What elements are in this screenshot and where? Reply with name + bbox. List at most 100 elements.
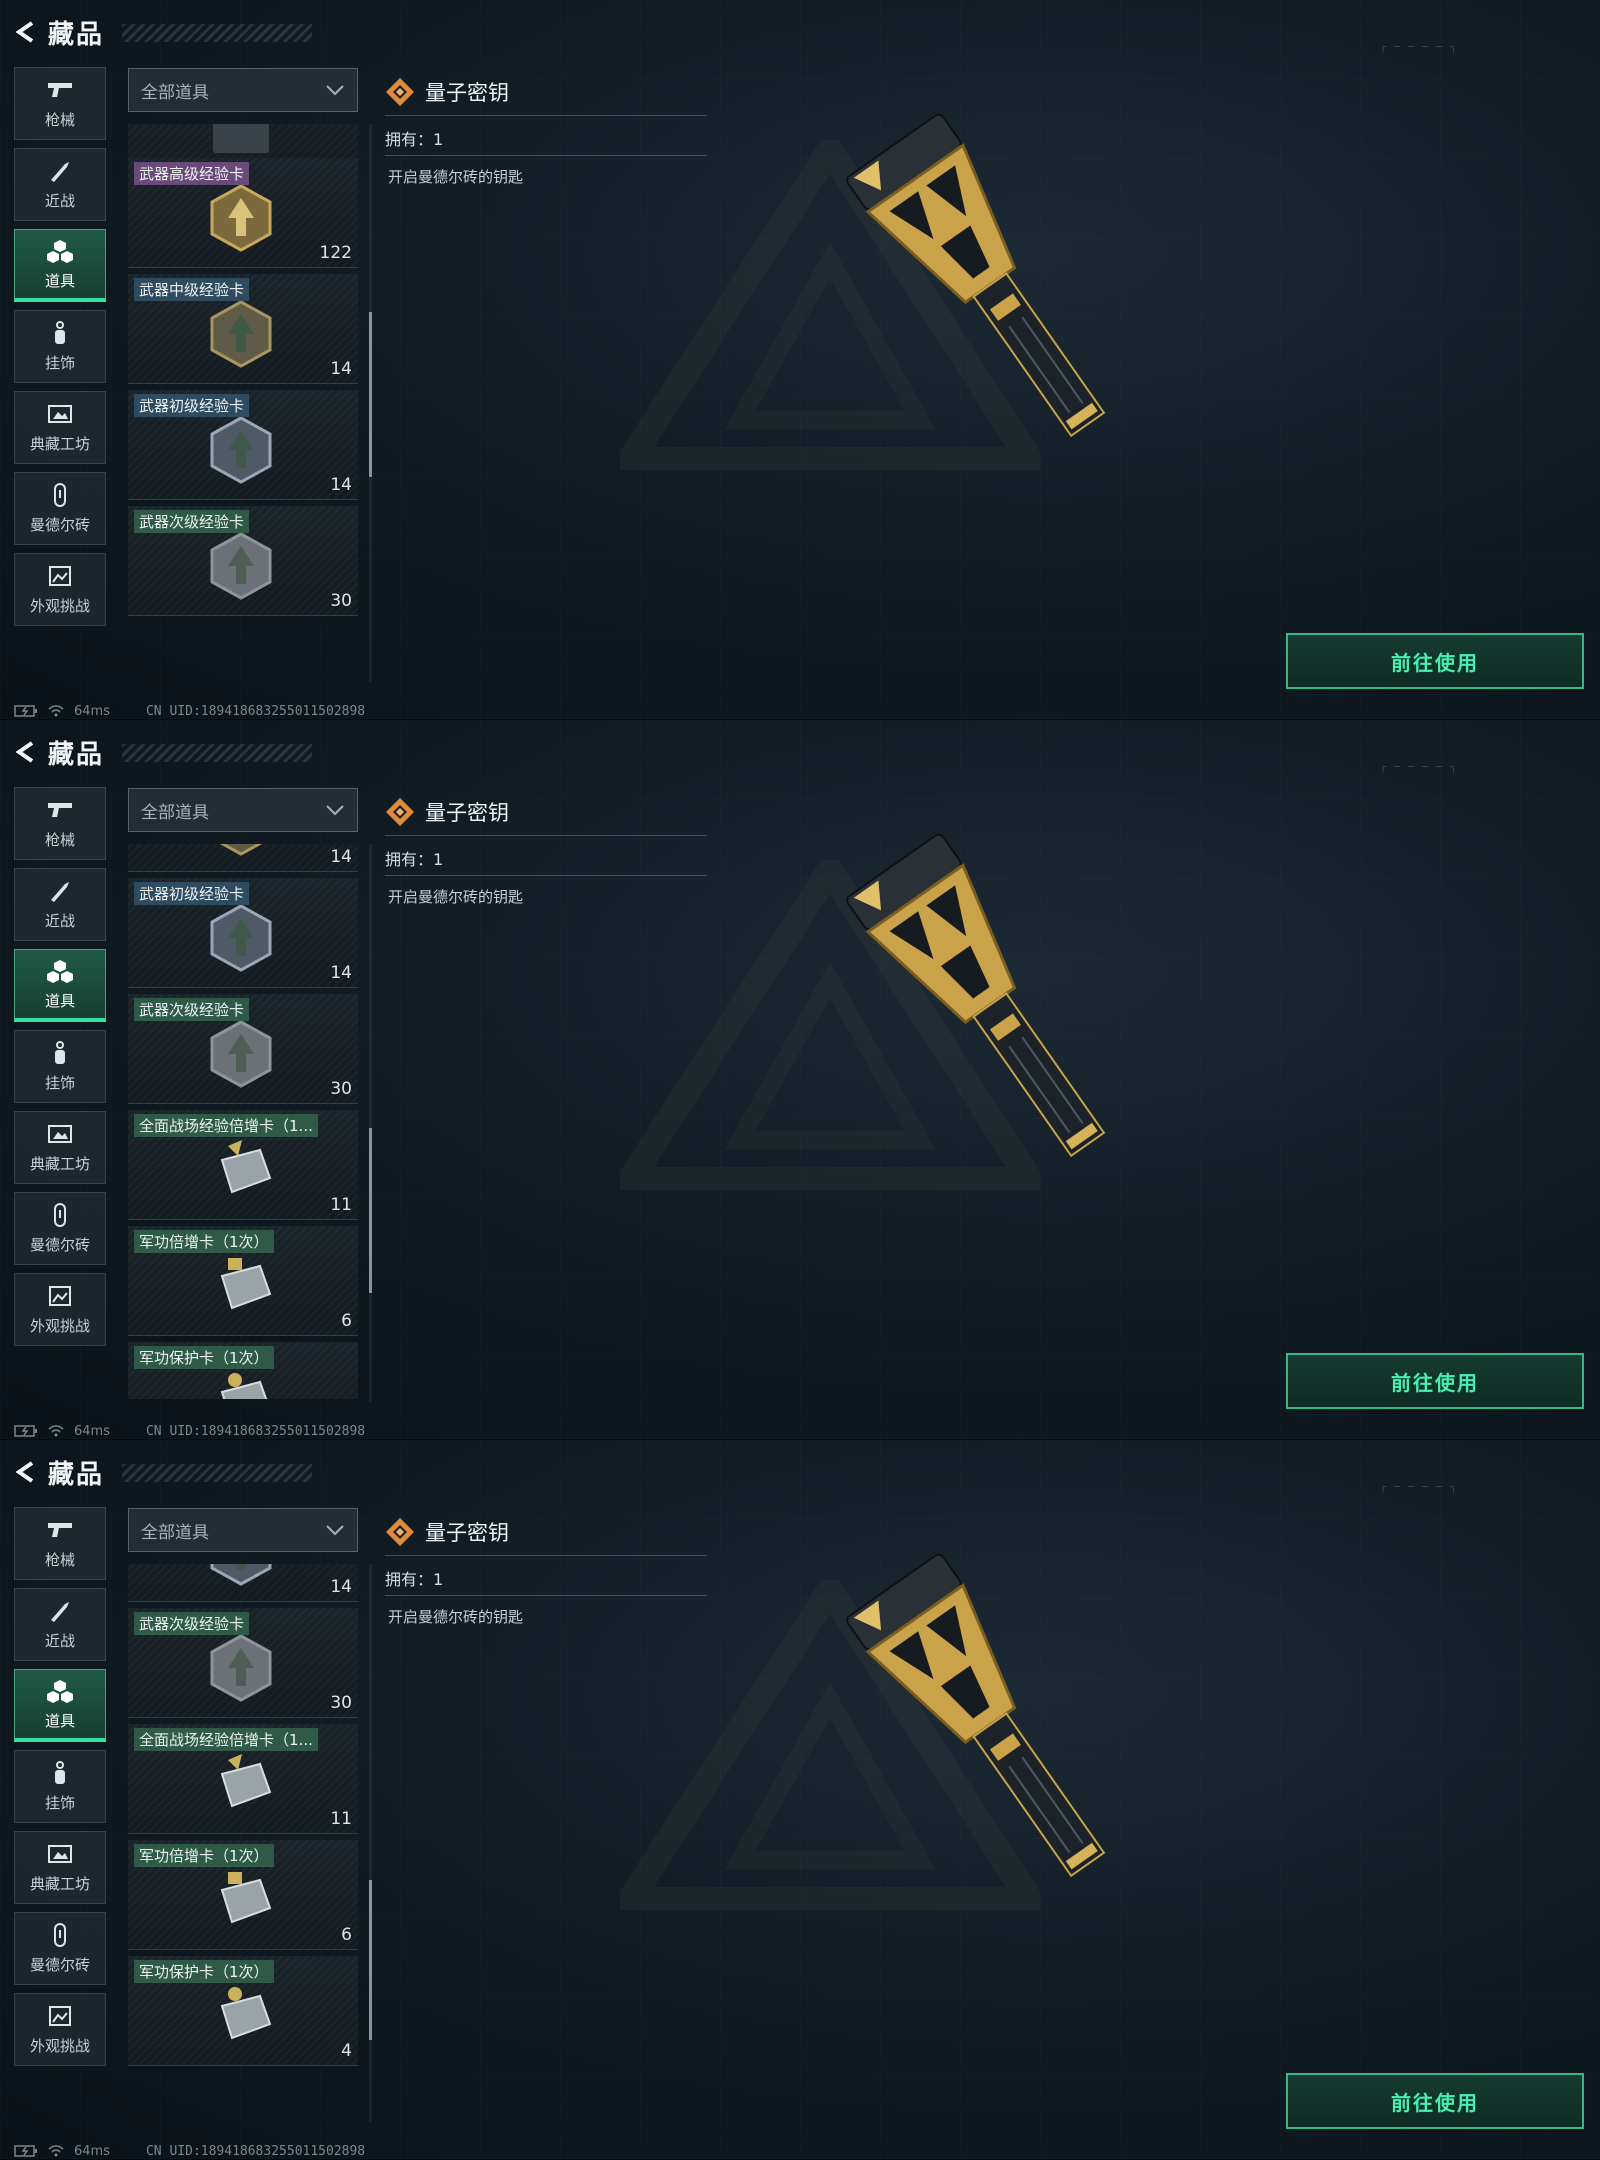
nav-item-pistol[interactable]: 枪械 [14, 67, 106, 140]
hud-readout: ┌ ─ ─ ─ ─ ┐ [1380, 42, 1458, 53]
nav-item-appearance[interactable]: 外观挑战 [14, 1993, 106, 2066]
list-item[interactable]: 全面战场经验倍增卡（1... 11 [128, 1724, 358, 1834]
nav-item-knife[interactable]: 近战 [14, 1588, 106, 1661]
chevron-down-icon [326, 805, 344, 816]
list-item[interactable]: 军功倍增卡（1次） 6 [128, 1226, 358, 1336]
nav-label: 外观挑战 [29, 1317, 90, 1335]
list-item[interactable]: 14 [128, 1564, 358, 1602]
item-filter-dropdown[interactable]: 全部道具 [128, 1508, 358, 1552]
nav-item-workshop[interactable]: 典藏工坊 [14, 391, 106, 464]
scrollbar-thumb[interactable] [369, 312, 372, 477]
owned-count: 拥有：1 [385, 846, 707, 876]
item-list[interactable]: 14 武器次级经验卡 30 全面战场经验倍增卡（1... 11 军功倍增卡（1次） 6 军功保… [128, 1564, 360, 2119]
item-title: 量子密钥 [425, 800, 509, 825]
nav-item-knife[interactable]: 近战 [14, 868, 106, 941]
owned-count: 拥有：1 [385, 1566, 707, 1596]
cubes-icon [45, 238, 75, 264]
ping-value: 64ms [74, 1423, 110, 1439]
battery-charging-icon [14, 705, 37, 717]
item-name: 武器初级经验卡 [134, 394, 250, 417]
workshop-icon [45, 401, 75, 427]
nav-item-charm[interactable]: 挂饰 [14, 310, 106, 383]
nav-item-knife[interactable]: 近战 [14, 148, 106, 221]
workshop-icon [45, 1121, 75, 1147]
list-item[interactable]: 武器初级经验卡 14 [128, 390, 358, 500]
list-item[interactable]: 武器初级经验卡 14 [128, 878, 358, 988]
list-item[interactable]: 武器高级经验卡 122 [128, 158, 358, 268]
charm-icon [45, 1040, 75, 1066]
gray-hex-icon [210, 1634, 272, 1702]
item-name: 军功保护卡（1次） [134, 1346, 274, 1369]
item-name: 武器中级经验卡 [134, 278, 250, 301]
nav-item-pistol[interactable]: 枪械 [14, 787, 106, 860]
item-filter-dropdown[interactable]: 全部道具 [128, 68, 358, 112]
scrollbar-thumb[interactable] [369, 1128, 372, 1293]
list-item[interactable]: 军功保护卡（1次） [128, 1342, 358, 1399]
chevron-down-icon [326, 1525, 344, 1536]
item-description: 开启曼德尔砖的钥匙 [388, 1608, 524, 1626]
nav-item-appearance[interactable]: 外观挑战 [14, 1273, 106, 1346]
list-item[interactable]: 全面战场经验倍增卡（1... 11 [128, 1110, 358, 1220]
nav-label: 典藏工坊 [29, 1875, 90, 1893]
header-stripes [122, 24, 312, 42]
chevron-down-icon [326, 85, 344, 96]
go-use-button[interactable]: 前往使用 [1286, 2073, 1584, 2129]
nav-item-workshop[interactable]: 典藏工坊 [14, 1831, 106, 1904]
item-title: 量子密钥 [425, 1520, 509, 1545]
list-item[interactable]: 武器中级经验卡 14 [128, 274, 358, 384]
list-item[interactable]: 14 [128, 844, 358, 872]
nav-item-mandel-brick[interactable]: 曼德尔砖 [14, 472, 106, 545]
nav-item-cubes[interactable]: 道具 [14, 1669, 106, 1742]
back-button[interactable] [12, 1459, 38, 1485]
silver-hex-icon [210, 904, 272, 972]
nav-item-cubes[interactable]: 道具 [14, 229, 106, 302]
list-item[interactable]: 武器次级经验卡 30 [128, 1608, 358, 1718]
nav-label: 曼德尔砖 [29, 516, 90, 534]
list-item[interactable]: 武器次级经验卡 30 [128, 506, 358, 616]
nav-item-charm[interactable]: 挂饰 [14, 1750, 106, 1823]
nav-label: 近战 [44, 192, 75, 210]
xp-boost-icon [220, 1754, 272, 1808]
nav-item-appearance[interactable]: 外观挑战 [14, 553, 106, 626]
nav-item-mandel-brick[interactable]: 曼德尔砖 [14, 1912, 106, 1985]
nav-label: 道具 [44, 271, 75, 290]
nav-label: 外观挑战 [29, 597, 90, 615]
filter-label: 全部道具 [141, 82, 209, 103]
pistol-icon [45, 797, 75, 823]
nav-item-charm[interactable]: 挂饰 [14, 1030, 106, 1103]
app-root: ┌ ─ ─ ─ ─ ┐ 藏品 枪械 近战 道具 挂饰 典藏工坊 曼德尔砖 外观挑战 全部道具… [0, 0, 1600, 2160]
list-item[interactable]: 军功保护卡（1次） 4 [128, 1956, 358, 2066]
back-button[interactable] [12, 739, 38, 765]
appearance-icon [45, 563, 75, 589]
item-list[interactable]: 14 武器初级经验卡 14 武器次级经验卡 30 全面战场经验倍增卡（1... 11 军功倍增… [128, 844, 360, 1399]
nav-label: 典藏工坊 [29, 435, 90, 453]
nav-item-workshop[interactable]: 典藏工坊 [14, 1111, 106, 1184]
scrollbar-thumb[interactable] [369, 1880, 372, 2040]
nav-label: 枪械 [44, 831, 75, 849]
mandel-brick-icon [45, 1202, 75, 1228]
nav-item-pistol[interactable]: 枪械 [14, 1507, 106, 1580]
item-count: 14 [330, 963, 352, 983]
nav-item-cubes[interactable]: 道具 [14, 949, 106, 1022]
category-nav: 枪械近战道具挂饰典藏工坊曼德尔砖外观挑战 [14, 787, 106, 1354]
nav-label: 外观挑战 [29, 2037, 90, 2055]
item-filter-dropdown[interactable]: 全部道具 [128, 788, 358, 832]
silver-hex-icon [210, 416, 272, 484]
list-item[interactable]: 武器次级经验卡 30 [128, 994, 358, 1104]
knife-icon [45, 1598, 75, 1624]
back-button[interactable] [12, 19, 38, 45]
filter-label: 全部道具 [141, 1522, 209, 1543]
item-count: 122 [319, 243, 352, 263]
scrollbar-track[interactable] [369, 844, 372, 1402]
merit-boost-icon [220, 1872, 272, 1924]
nav-item-mandel-brick[interactable]: 曼德尔砖 [14, 1192, 106, 1265]
item-list[interactable]: 3武器高级经验卡122武器中级经验卡14武器初级经验卡14武器次级经验卡30 [128, 124, 360, 679]
header: 藏品 [12, 1452, 312, 1492]
gray-hex-icon [210, 1020, 272, 1088]
appearance-icon [45, 2003, 75, 2029]
go-use-button[interactable]: 前往使用 [1286, 1353, 1584, 1409]
go-use-button[interactable]: 前往使用 [1286, 633, 1584, 689]
diamond-badge-icon [386, 1517, 414, 1546]
list-item[interactable]: 军功倍增卡（1次） 6 [128, 1840, 358, 1950]
item-count: 6 [341, 1925, 352, 1945]
